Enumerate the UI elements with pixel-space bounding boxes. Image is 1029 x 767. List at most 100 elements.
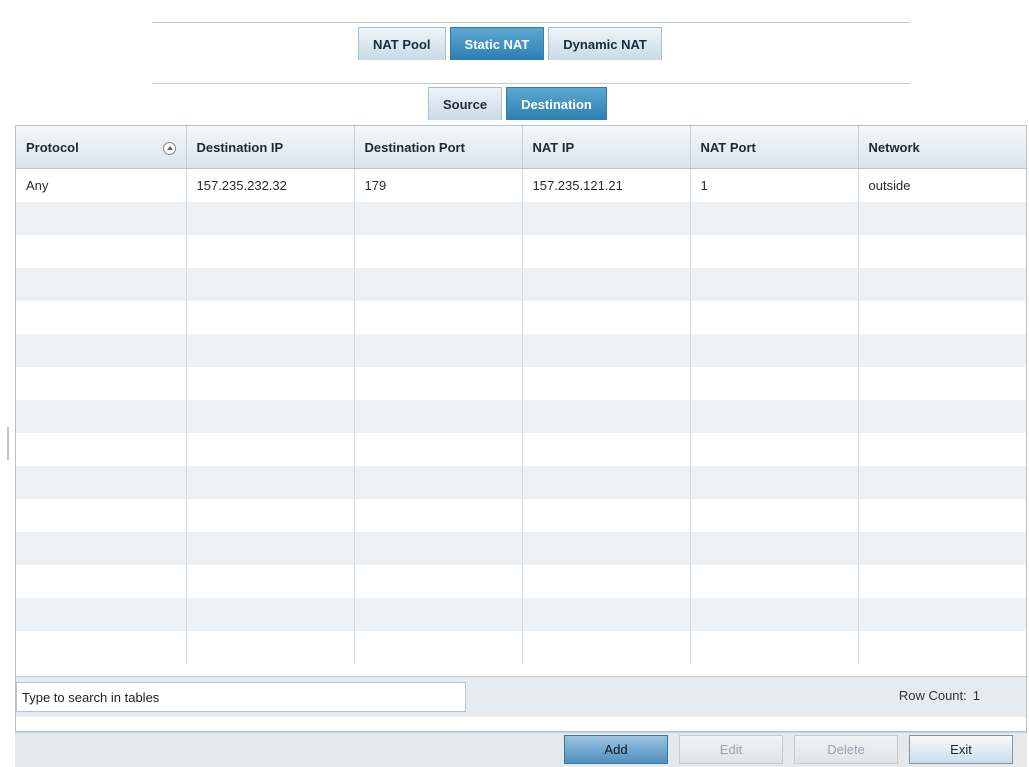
row-count: Row Count: 1 xyxy=(893,688,980,703)
table-cell-empty xyxy=(186,400,355,433)
table-cell-empty xyxy=(16,433,187,466)
table-cell-empty xyxy=(16,532,187,565)
search-input[interactable] xyxy=(16,682,466,712)
tab-static-nat[interactable]: Static NAT xyxy=(449,27,545,60)
nat-table-panel: Protocol Destination IP Destination Port… xyxy=(15,125,1027,732)
table-cell-empty xyxy=(858,202,1026,235)
tab-source[interactable]: Source xyxy=(428,87,503,120)
table-cell-empty xyxy=(522,202,691,235)
cell-destination-port: 179 xyxy=(354,168,523,202)
table-cell-empty xyxy=(858,301,1026,334)
table-row-empty xyxy=(16,202,1026,235)
table-body: Any 157.235.232.32 179 157.235.121.21 1 … xyxy=(16,168,1026,664)
table-cell-empty xyxy=(690,598,859,631)
column-header-nat-port[interactable]: NAT Port xyxy=(690,126,859,169)
row-count-value: 1 xyxy=(972,688,980,703)
table-cell-empty xyxy=(522,598,691,631)
table-cell-empty xyxy=(354,631,523,664)
exit-button[interactable]: Exit xyxy=(909,735,1013,764)
table-cell-empty xyxy=(858,598,1026,631)
table-cell-empty xyxy=(354,433,523,466)
table-row-empty xyxy=(16,532,1026,565)
table-cell-empty xyxy=(186,301,355,334)
table-cell-empty xyxy=(690,367,859,400)
table-cell-empty xyxy=(186,598,355,631)
table-cell-empty xyxy=(186,499,355,532)
table-cell-empty xyxy=(858,235,1026,268)
table-cell-empty xyxy=(858,466,1026,499)
table-cell-empty xyxy=(354,532,523,565)
table-cell-empty xyxy=(858,499,1026,532)
table-cell-empty xyxy=(858,565,1026,598)
column-header-network[interactable]: Network xyxy=(858,126,1026,169)
cell-nat-port: 1 xyxy=(690,168,859,202)
destination-nat-table: Protocol Destination IP Destination Port… xyxy=(16,126,1026,664)
table-cell-empty xyxy=(354,598,523,631)
table-cell-empty xyxy=(522,334,691,367)
cell-nat-ip: 157.235.121.21 xyxy=(522,168,691,202)
table-cell-empty xyxy=(522,235,691,268)
add-button[interactable]: Add xyxy=(564,735,668,764)
tab-dynamic-nat[interactable]: Dynamic NAT xyxy=(548,27,662,60)
table-cell-empty xyxy=(186,202,355,235)
table-cell-empty xyxy=(690,400,859,433)
table-cell-empty xyxy=(186,235,355,268)
table-row-empty xyxy=(16,631,1026,664)
table-cell-empty xyxy=(858,433,1026,466)
table-cell-empty xyxy=(16,301,187,334)
window-edge xyxy=(7,427,9,460)
table-cell-empty xyxy=(522,400,691,433)
cell-destination-ip: 157.235.232.32 xyxy=(186,168,355,202)
table-cell-empty xyxy=(690,235,859,268)
column-header-nat-ip[interactable]: NAT IP xyxy=(522,126,691,169)
delete-button[interactable]: Delete xyxy=(794,735,898,764)
table-cell-empty xyxy=(16,631,187,664)
edit-button[interactable]: Edit xyxy=(679,735,783,764)
table-row-empty xyxy=(16,598,1026,631)
table-cell-empty xyxy=(522,565,691,598)
column-header-protocol[interactable]: Protocol xyxy=(16,126,187,169)
table-cell-empty xyxy=(354,466,523,499)
table-row-empty xyxy=(16,565,1026,598)
cell-protocol: Any xyxy=(16,168,187,202)
table-row-empty xyxy=(16,466,1026,499)
tab-divider-top xyxy=(152,22,910,23)
column-header-destination-ip[interactable]: Destination IP xyxy=(186,126,355,169)
table-cell-empty xyxy=(186,268,355,301)
table-cell-empty xyxy=(858,334,1026,367)
column-header-destination-port[interactable]: Destination Port xyxy=(354,126,523,169)
tab-nat-pool[interactable]: NAT Pool xyxy=(358,27,446,60)
tab-divider-middle xyxy=(152,83,910,84)
table-cell-empty xyxy=(690,565,859,598)
tab-destination[interactable]: Destination xyxy=(506,87,607,120)
table-cell-empty xyxy=(186,433,355,466)
table-search-bar: Row Count: 1 xyxy=(16,676,1026,717)
table-cell-empty xyxy=(690,532,859,565)
table-cell-empty xyxy=(186,532,355,565)
table-cell-empty xyxy=(690,499,859,532)
table-row-empty xyxy=(16,334,1026,367)
direction-tabs: Source Destination xyxy=(428,87,607,120)
sort-ascending-icon[interactable] xyxy=(162,141,176,155)
table-cell-empty xyxy=(522,433,691,466)
table-cell-empty xyxy=(858,367,1026,400)
table-cell-empty xyxy=(16,334,187,367)
table-cell-empty xyxy=(354,499,523,532)
table-row[interactable]: Any 157.235.232.32 179 157.235.121.21 1 … xyxy=(16,168,1026,202)
table-header-row: Protocol Destination IP Destination Port… xyxy=(16,126,1026,169)
table-cell-empty xyxy=(16,598,187,631)
table-cell-empty xyxy=(354,235,523,268)
table-cell-empty xyxy=(186,631,355,664)
table-cell-empty xyxy=(186,367,355,400)
table-cell-empty xyxy=(354,202,523,235)
table-cell-empty xyxy=(522,367,691,400)
table-cell-empty xyxy=(690,631,859,664)
table-cell-empty xyxy=(690,268,859,301)
table-cell-empty xyxy=(16,565,187,598)
table-cell-empty xyxy=(354,334,523,367)
table-cell-empty xyxy=(354,400,523,433)
table-cell-empty xyxy=(522,532,691,565)
table-row-empty xyxy=(16,268,1026,301)
nat-tabs: NAT Pool Static NAT Dynamic NAT xyxy=(358,27,662,60)
table-cell-empty xyxy=(186,466,355,499)
